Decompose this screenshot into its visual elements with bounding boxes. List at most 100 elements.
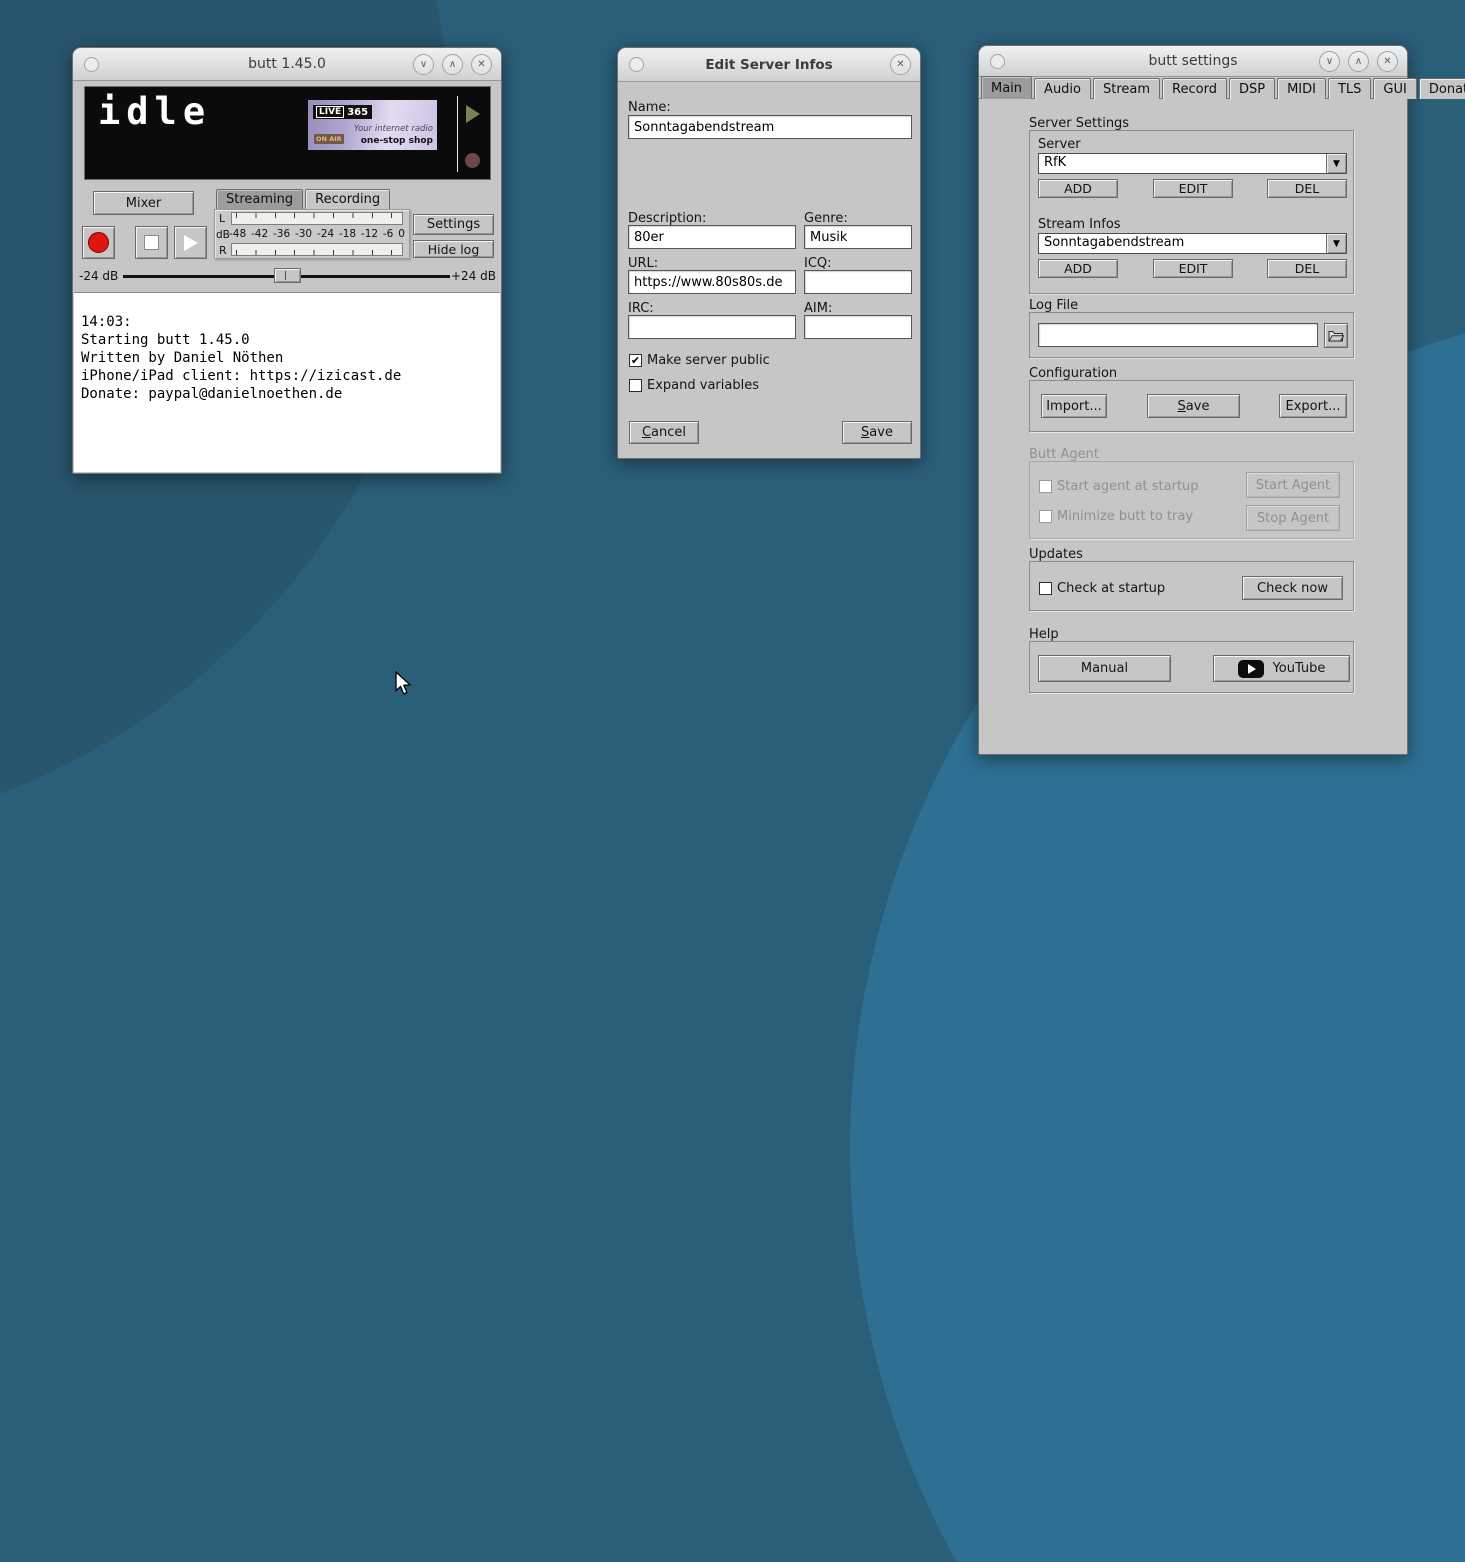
make-server-public-checkbox[interactable]: ✔ — [629, 354, 642, 367]
meter-bar-left — [231, 212, 403, 225]
tab-tls[interactable]: TLS — [1328, 78, 1371, 99]
start-agent-at-startup-checkbox — [1039, 480, 1052, 493]
record-icon — [88, 232, 109, 253]
youtube-button[interactable]: YouTube — [1213, 655, 1350, 682]
dropdown-arrow-icon[interactable]: ▼ — [1326, 234, 1346, 253]
live365-banner[interactable]: LIVE365 ON AIR Your internet radio one-s… — [308, 100, 437, 150]
hide-log-button[interactable]: Hide log — [413, 240, 494, 258]
close-icon[interactable]: ✕ — [1377, 51, 1398, 72]
tab-dsp[interactable]: DSP — [1229, 78, 1275, 99]
configuration-section-label: Configuration — [1029, 366, 1117, 381]
url-field[interactable] — [628, 270, 796, 294]
status-led-icon — [465, 153, 480, 168]
settings-tabs: Main Audio Stream Record DSP MIDI TLS GU… — [979, 76, 1407, 99]
banner-play-icon[interactable] — [466, 105, 480, 123]
server-add-button[interactable]: ADD — [1038, 179, 1118, 198]
on-air-sign: ON AIR — [314, 134, 344, 144]
mixer-button[interactable]: Mixer — [93, 191, 194, 215]
stop-agent-button: Stop Agent — [1246, 505, 1340, 531]
shade-icon[interactable]: ∨ — [413, 54, 434, 75]
stream-del-button[interactable]: DEL — [1267, 259, 1347, 278]
aim-label: AIM: — [804, 301, 832, 316]
tab-streaming[interactable]: Streaming — [216, 189, 303, 209]
tab-recording[interactable]: Recording — [305, 189, 390, 209]
save-button[interactable]: Save — [842, 421, 912, 444]
icq-label: ICQ: — [804, 256, 832, 271]
icq-field[interactable] — [804, 270, 912, 294]
meter-scale: -48-42-36-30-24-18-12-60 — [229, 228, 405, 240]
banner-tagline-2: one-stop shop — [361, 136, 433, 146]
stream-edit-button[interactable]: EDIT — [1153, 259, 1233, 278]
meter-tabs: Streaming Recording — [216, 189, 392, 209]
updates-section-label: Updates — [1029, 547, 1083, 562]
description-field[interactable] — [628, 225, 796, 249]
aim-field[interactable] — [804, 315, 912, 339]
window-menu-icon[interactable] — [629, 57, 644, 72]
server-dropdown[interactable]: RfK ▼ — [1038, 153, 1347, 174]
close-icon[interactable]: ✕ — [471, 54, 492, 75]
cancel-button[interactable]: Cancel — [629, 421, 699, 444]
tab-donate[interactable]: Donate — [1419, 78, 1465, 99]
main-window-titlebar[interactable]: butt 1.45.0 ∨ ∧ ✕ — [73, 48, 501, 81]
manual-button[interactable]: Manual — [1038, 655, 1171, 682]
log-line: 14:03: — [81, 313, 493, 331]
name-field[interactable] — [628, 115, 912, 139]
maximize-icon[interactable]: ∧ — [1348, 51, 1369, 72]
check-at-startup-checkbox[interactable] — [1039, 582, 1052, 595]
config-save-button[interactable]: Save — [1147, 394, 1240, 418]
stream-status-text: idle — [98, 90, 211, 133]
edit-server-infos-dialog: Edit Server Infos ✕ Name: Description: G… — [617, 47, 921, 459]
stop-button[interactable] — [135, 226, 168, 259]
tab-midi[interactable]: MIDI — [1277, 78, 1326, 99]
settings-button[interactable]: Settings — [413, 214, 494, 235]
tab-gui[interactable]: GUI — [1373, 78, 1416, 99]
maximize-icon[interactable]: ∧ — [442, 54, 463, 75]
window-menu-icon[interactable] — [84, 57, 99, 72]
window-menu-icon[interactable] — [990, 54, 1005, 69]
expand-variables-label: Expand variables — [647, 378, 759, 393]
server-del-button[interactable]: DEL — [1267, 179, 1347, 198]
make-server-public-label: Make server public — [647, 353, 770, 368]
minimize-to-tray-checkbox — [1039, 510, 1052, 523]
shade-icon[interactable]: ∨ — [1319, 51, 1340, 72]
display-separator — [457, 96, 458, 172]
tab-audio[interactable]: Audio — [1034, 78, 1091, 99]
log-file-browse-button[interactable] — [1324, 323, 1348, 348]
log-line: Written by Daniel Nöthen — [81, 349, 493, 367]
dropdown-arrow-icon[interactable]: ▼ — [1326, 154, 1346, 173]
log-line: iPhone/iPad client: https://izicast.de — [81, 367, 493, 385]
meter-left-label: L — [219, 212, 225, 225]
log-file-field[interactable] — [1038, 323, 1318, 347]
log-file-group — [1029, 312, 1354, 358]
import-button[interactable]: Import... — [1041, 394, 1107, 418]
log-output[interactable]: 14:03: Starting butt 1.45.0 Written by D… — [74, 292, 500, 472]
tab-stream[interactable]: Stream — [1093, 78, 1160, 99]
description-label: Description: — [628, 211, 706, 226]
butt-agent-group: Start agent at startup Start Agent Minim… — [1029, 461, 1354, 539]
stream-infos-dropdown[interactable]: Sonntagabendstream ▼ — [1038, 233, 1347, 254]
help-group: Manual YouTube — [1029, 641, 1354, 693]
tab-main[interactable]: Main — [981, 76, 1032, 99]
settings-window: butt settings ∨ ∧ ✕ Main Audio Stream Re… — [978, 45, 1408, 755]
youtube-icon — [1238, 660, 1264, 678]
close-icon[interactable]: ✕ — [890, 54, 911, 75]
volume-slider-handle[interactable] — [274, 268, 301, 283]
meter-bar-right — [231, 243, 403, 256]
stream-add-button[interactable]: ADD — [1038, 259, 1118, 278]
genre-field[interactable] — [804, 225, 912, 249]
server-edit-button[interactable]: EDIT — [1153, 179, 1233, 198]
irc-field[interactable] — [628, 315, 796, 339]
start-agent-at-startup-label: Start agent at startup — [1057, 479, 1199, 494]
main-window-title: butt 1.45.0 — [143, 56, 431, 72]
play-button[interactable] — [174, 226, 207, 259]
check-now-button[interactable]: Check now — [1242, 576, 1343, 600]
settings-titlebar[interactable]: butt settings ∨ ∧ ✕ — [979, 46, 1407, 77]
dialog-title: Edit Server Infos — [688, 57, 850, 73]
tab-record[interactable]: Record — [1162, 78, 1227, 99]
record-button[interactable] — [82, 226, 115, 259]
export-button[interactable]: Export... — [1279, 394, 1347, 418]
dialog-titlebar[interactable]: Edit Server Infos ✕ — [618, 48, 920, 82]
meter-db-label: dB — [216, 229, 230, 241]
expand-variables-checkbox[interactable] — [629, 379, 642, 392]
minimize-to-tray-label: Minimize butt to tray — [1057, 509, 1193, 524]
